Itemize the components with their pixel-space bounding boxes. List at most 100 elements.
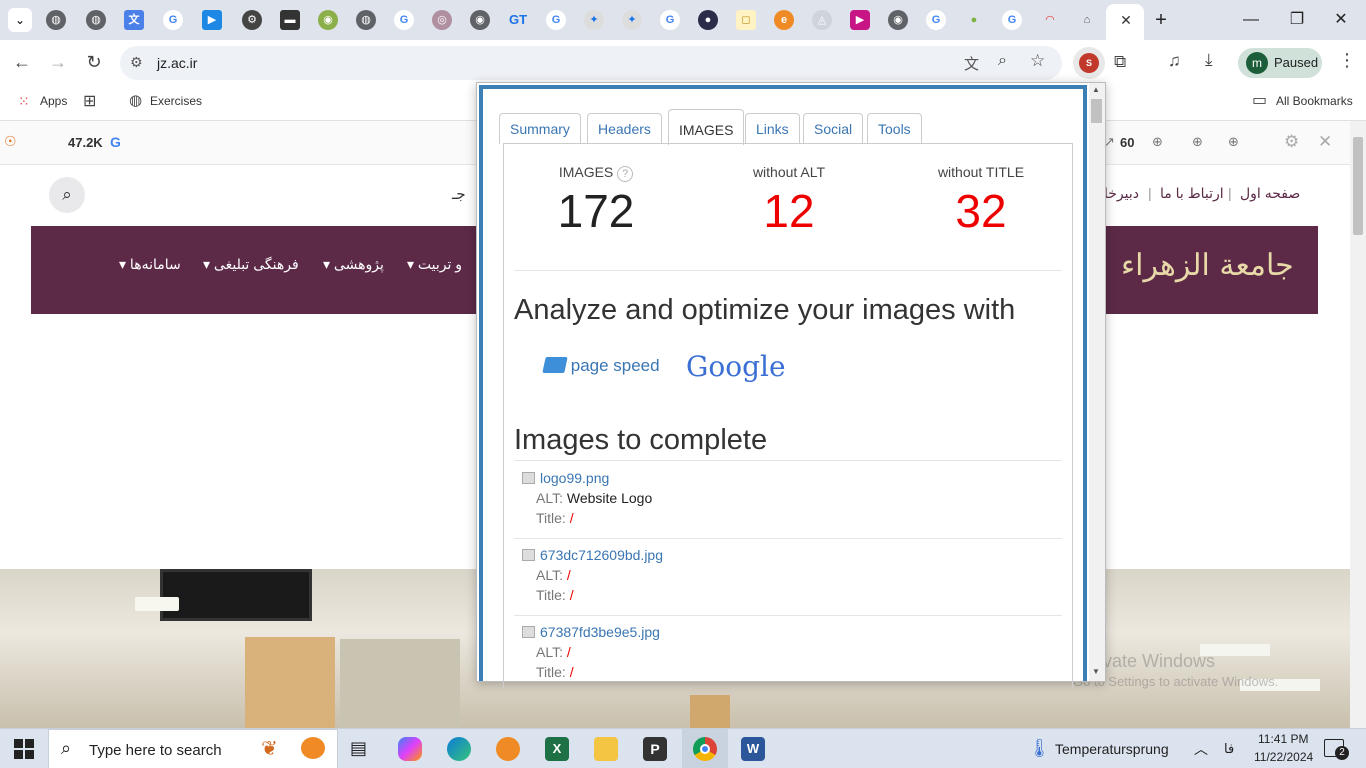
media-control-icon[interactable]: ♫ — [1168, 51, 1181, 71]
help-icon[interactable]: ? — [617, 166, 634, 182]
mosque-tab-icon[interactable]: ⌂ — [1077, 10, 1097, 30]
all-bookmarks[interactable]: All Bookmarks — [1276, 94, 1353, 108]
gt-tab-icon[interactable]: GT — [506, 10, 530, 30]
translate-tab-icon[interactable]: 文 — [124, 10, 144, 30]
tab-headers[interactable]: Headers — [587, 113, 662, 144]
nav-item-systems[interactable]: ▾ سامانه‌ها — [119, 256, 181, 273]
nav-item-culture[interactable]: ▾ فرهنگی تبلیغی — [203, 256, 299, 273]
google-tab-icon[interactable]: G — [660, 10, 680, 30]
maximize-button[interactable]: ❐ — [1282, 8, 1312, 32]
close-tab-icon[interactable]: ✕ — [1116, 10, 1136, 30]
settings-gear-icon[interactable]: ⚙ — [1284, 132, 1299, 152]
lamp-tab-icon[interactable]: ◬ — [812, 10, 832, 30]
globe-tab-icon[interactable]: ◍ — [46, 10, 66, 30]
taskbar-search[interactable]: ⌕ Type here to search ❦ — [48, 729, 338, 768]
header-link-home[interactable]: صفحه اول — [1240, 185, 1300, 202]
clock-time[interactable]: 11:41 PM — [1258, 732, 1308, 746]
e-app-icon[interactable] — [496, 737, 520, 761]
video-tab-icon[interactable]: ▶ — [850, 10, 870, 30]
header-link-secretariat[interactable]: دبیرخا — [1104, 185, 1139, 202]
profile-button[interactable]: m Paused — [1238, 48, 1322, 78]
bookmark-exercises[interactable]: Exercises — [150, 94, 202, 108]
tab-links[interactable]: Links — [745, 113, 800, 144]
search-icon[interactable]: ⌕ — [49, 177, 85, 213]
close-icon[interactable]: ✕ — [1318, 132, 1332, 152]
zoom-icon[interactable]: ⌕ — [998, 52, 1007, 70]
play-tab-icon[interactable]: ▶ — [202, 10, 222, 30]
windows-start-icon[interactable] — [14, 739, 34, 759]
image-link[interactable]: 673dc712609bd.jpg — [522, 547, 1042, 563]
google-tab-icon[interactable]: G — [546, 10, 566, 30]
active-tab[interactable]: ✕ — [1106, 4, 1144, 40]
address-bar[interactable]: ⚙ jz.ac.ir 文 ⌕ ☆ — [120, 46, 1062, 80]
file-explorer-icon[interactable] — [594, 737, 618, 761]
google-logo[interactable]: Google — [686, 350, 786, 383]
menu-icon[interactable]: ⋮ — [1338, 50, 1356, 71]
clock-date[interactable]: 11/22/2024 — [1254, 750, 1313, 764]
download-icon[interactable]: ⤓ — [1205, 50, 1213, 70]
scroll-up-arrow[interactable]: ▲ — [1092, 85, 1100, 94]
gear-tab-icon[interactable]: ⚙ — [242, 10, 262, 30]
popup-scrollbar[interactable]: ▲ ▼ — [1089, 83, 1105, 681]
tab-tools[interactable]: Tools — [867, 113, 922, 144]
header-link-contact[interactable]: ارتباط با ما — [1160, 185, 1224, 202]
page-speed-link[interactable]: page speed — [542, 356, 660, 376]
site-info-icon[interactable]: ⚙ — [130, 54, 143, 71]
minimize-button[interactable]: — — [1236, 8, 1266, 32]
reload-button[interactable]: ↻ — [82, 50, 106, 74]
pin-tab-icon[interactable]: ✦ — [584, 10, 604, 30]
seo-extension-icon[interactable]: S — [1073, 47, 1105, 79]
back-button[interactable]: ← — [10, 50, 34, 74]
nav-item-research[interactable]: ▾ پژوهشی — [323, 256, 384, 273]
chrome-tab-icon[interactable]: ◉ — [888, 10, 908, 30]
note-tab-icon[interactable]: ◻ — [736, 10, 756, 30]
tab-summary[interactable]: Summary — [499, 113, 581, 144]
google-tab-icon[interactable]: G — [163, 10, 183, 30]
weather-text[interactable]: Temperatursprung — [1055, 741, 1169, 757]
google-tab-icon[interactable]: G — [1002, 10, 1022, 30]
google-tab-icon[interactable]: G — [394, 10, 414, 30]
popup-scrollbar-thumb[interactable] — [1091, 99, 1102, 123]
leaf-tab-icon[interactable]: ◉ — [318, 10, 338, 30]
task-view-icon[interactable]: ▤ — [350, 738, 367, 759]
car-tab-icon[interactable]: ▬ — [280, 10, 300, 30]
edge-icon[interactable] — [447, 737, 471, 761]
translate-icon[interactable]: 文 — [964, 53, 979, 74]
chrome-tab-icon[interactable]: ◉ — [470, 10, 490, 30]
chevron-up-icon[interactable]: ︿ — [1194, 739, 1208, 759]
grid-icon[interactable]: ⊞ — [83, 91, 96, 111]
language-indicator[interactable]: فا — [1224, 741, 1234, 757]
image-link[interactable]: 67387fd3be9e5.jpg — [522, 624, 1042, 640]
bookmark-star-icon[interactable]: ☆ — [1030, 51, 1045, 71]
close-window-button[interactable]: ✕ — [1326, 8, 1356, 32]
bookmark-apps[interactable]: Apps — [40, 94, 67, 108]
site-logo[interactable]: جامعة الزهراء — [1121, 248, 1294, 283]
scroll-down-arrow[interactable]: ▼ — [1092, 667, 1100, 676]
android-tab-icon[interactable]: ● — [964, 10, 984, 30]
globe-tab-icon[interactable]: ◍ — [86, 10, 106, 30]
tab-social[interactable]: Social — [803, 113, 864, 144]
apps-grid-icon[interactable]: ⁙ — [18, 93, 30, 110]
extensions-icon[interactable]: ⧉ — [1114, 52, 1126, 72]
p-app-icon[interactable]: P — [643, 737, 667, 761]
word-icon[interactable]: W — [741, 737, 765, 761]
page-scrollbar[interactable] — [1350, 121, 1366, 728]
new-tab-button[interactable]: + — [1146, 8, 1176, 32]
pin-tab-icon[interactable]: ✦ — [622, 10, 642, 30]
excel-icon[interactable]: X — [545, 737, 569, 761]
tab-images[interactable]: IMAGES — [668, 109, 745, 145]
nav-item-education[interactable]: ▾ و تربیت — [407, 256, 462, 273]
forward-button[interactable]: → — [46, 50, 70, 74]
google-tab-icon[interactable]: G — [926, 10, 946, 30]
image-link[interactable]: logo99.png — [522, 470, 1042, 486]
rainbow-tab-icon[interactable]: ◠ — [1040, 10, 1060, 30]
circle-tab-icon[interactable]: ● — [698, 10, 718, 30]
notification-icon[interactable]: 2 — [1324, 739, 1349, 760]
chrome-taskbar-highlight[interactable] — [682, 729, 728, 768]
url-text[interactable]: jz.ac.ir — [157, 55, 197, 71]
globe-tab-icon[interactable]: ◍ — [356, 10, 376, 30]
e-tab-icon[interactable]: e — [774, 10, 794, 30]
page-scrollbar-thumb[interactable] — [1353, 137, 1363, 235]
tab-search-button[interactable]: ⌄ — [8, 8, 32, 32]
copilot-icon[interactable] — [398, 737, 422, 761]
